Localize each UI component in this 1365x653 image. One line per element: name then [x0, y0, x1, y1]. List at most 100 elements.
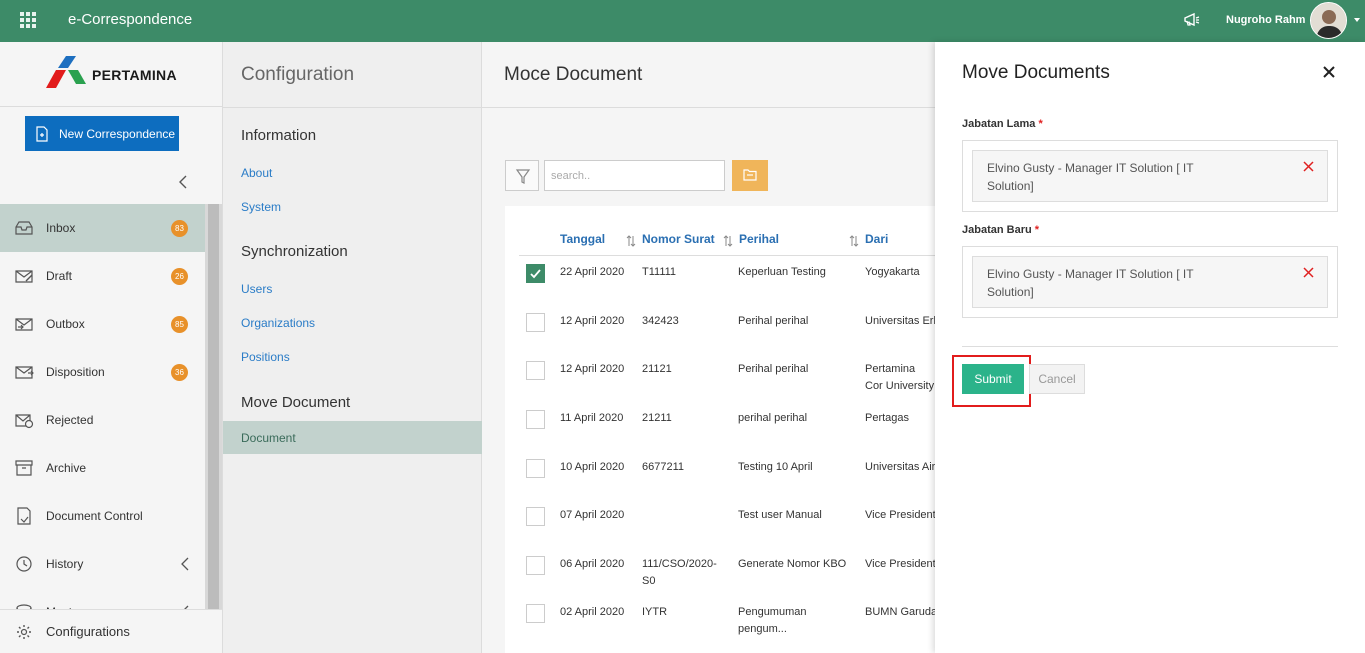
configurations-label: Configurations — [46, 624, 130, 639]
cell-perihal: Testing 10 April — [738, 461, 813, 473]
cell-tanggal: 11 April 2020 — [560, 412, 624, 424]
announcement-icon[interactable] — [1183, 12, 1201, 28]
sidebar-item-archive[interactable]: Archive — [0, 444, 205, 492]
required-mark: * — [1034, 224, 1040, 236]
row-checkbox[interactable] — [526, 410, 545, 429]
cell-dari: Universitas Air — [865, 461, 935, 473]
cell-dari: BUMN Garuda — [865, 606, 935, 618]
filter-button[interactable] — [505, 160, 539, 191]
remove-icon[interactable] — [1303, 267, 1314, 278]
table-row[interactable]: 12 April 2020 342423 Perihal perihal Uni… — [505, 304, 935, 352]
logo: PERTAMINA — [0, 42, 222, 107]
row-checkbox[interactable] — [526, 361, 545, 380]
folder-button[interactable] — [732, 160, 768, 191]
collapse-sidebar-icon[interactable] — [176, 174, 190, 190]
sidebar-item-history[interactable]: History — [0, 540, 205, 588]
new-position-chip: Elvino Gusty - Manager IT Solution [ IT … — [972, 256, 1328, 308]
avatar[interactable] — [1310, 2, 1347, 39]
cell-nomor: 21121 — [642, 363, 672, 375]
cell-nomor: 21211 — [642, 412, 672, 424]
config-link-document[interactable]: Document — [223, 421, 483, 454]
old-position-select[interactable]: Elvino Gusty - Manager IT Solution [ IT … — [962, 140, 1338, 212]
sidebar-item-outbox[interactable]: Outbox 85 — [0, 300, 205, 348]
sidebar-item-rejected[interactable]: Rejected — [0, 396, 205, 444]
table-row[interactable]: 10 April 2020 6677211 Testing 10 April U… — [505, 450, 935, 498]
column-header-dari[interactable]: Dari — [865, 232, 888, 246]
disposition-count-badge: 36 — [171, 364, 188, 381]
cell-nomor: T11111 — [642, 266, 677, 278]
table-row[interactable]: 11 April 2020 21211 perihal perihal Pert… — [505, 401, 935, 449]
row-checkbox[interactable] — [526, 313, 545, 332]
sidebar-item-label: Disposition — [46, 365, 105, 379]
table-row[interactable]: 02 April 2020 IYTR Pengumuman pengum... … — [505, 595, 935, 643]
cancel-button[interactable]: Cancel — [1029, 364, 1085, 394]
folder-icon — [743, 169, 757, 181]
table-row[interactable]: 22 April 2020 T11111 Keperluan Testing Y… — [505, 256, 935, 304]
sort-icon[interactable] — [626, 235, 636, 247]
sort-icon[interactable] — [849, 235, 859, 247]
new-position-label: Jabatan Baru * — [962, 224, 1039, 236]
disposition-icon — [15, 366, 34, 379]
search-input[interactable] — [544, 160, 725, 191]
config-link-system[interactable]: System — [241, 200, 281, 214]
required-mark: * — [1038, 118, 1043, 130]
row-checkbox[interactable] — [526, 604, 545, 623]
config-link-positions[interactable]: Positions — [241, 350, 290, 364]
table-row[interactable]: 07 April 2020 Test user Manual Vice Pres… — [505, 498, 935, 546]
submit-button[interactable]: Submit — [962, 364, 1024, 394]
cell-tanggal: 22 April 2020 — [560, 266, 625, 278]
old-position-chip: Elvino Gusty - Manager IT Solution [ IT … — [972, 150, 1328, 202]
cell-dari: Pertagas — [865, 412, 910, 424]
history-expand-chevron-icon[interactable] — [180, 557, 190, 571]
outbox-count-badge: 85 — [171, 316, 188, 333]
divider — [482, 107, 935, 108]
remove-icon[interactable] — [1303, 161, 1314, 172]
draft-count-badge: 26 — [171, 268, 188, 285]
sidebar-item-inbox[interactable]: Inbox 83 — [0, 204, 205, 252]
section-synchronization-heading: Synchronization — [241, 243, 348, 260]
cell-tanggal: 02 April 2020 — [560, 606, 625, 618]
cell-tanggal: 12 April 2020 — [560, 315, 625, 327]
sidebar-item-draft[interactable]: Draft 26 — [0, 252, 205, 300]
user-menu-caret-icon[interactable] — [1354, 18, 1360, 22]
row-checkbox[interactable] — [526, 264, 545, 283]
sort-icon[interactable] — [723, 235, 733, 247]
divider — [962, 346, 1338, 347]
sidebar-item-document-control[interactable]: Document Control — [0, 492, 205, 540]
new-document-icon — [36, 125, 48, 142]
cell-perihal: Pengumuman pengum... — [738, 606, 807, 635]
app-grid-icon[interactable] — [20, 12, 36, 28]
cell-tanggal: 07 April 2020 — [560, 509, 625, 521]
draft-icon — [15, 270, 33, 283]
top-bar: e-Correspondence Nugroho Rahm — [0, 0, 1365, 42]
column-header-tanggal[interactable]: Tanggal — [560, 232, 605, 246]
user-name[interactable]: Nugroho Rahm — [1226, 14, 1305, 26]
row-checkbox[interactable] — [526, 556, 545, 575]
cell-nomor: 342423 — [642, 315, 679, 327]
section-move-document-heading: Move Document — [241, 394, 351, 411]
column-header-perihal[interactable]: Perihal — [739, 232, 779, 246]
config-link-organizations[interactable]: Organizations — [241, 316, 315, 330]
outbox-icon — [15, 318, 33, 331]
close-icon[interactable] — [1323, 66, 1335, 78]
table-row[interactable]: 06 April 2020 111/CSO/2020-S0 Generate N… — [505, 547, 935, 595]
check-icon — [530, 269, 541, 279]
column-header-nomor-surat[interactable]: Nomor Surat — [642, 232, 715, 246]
sidebar-item-disposition[interactable]: Disposition 36 — [0, 348, 205, 396]
sidebar-item-configurations[interactable]: Configurations — [0, 609, 222, 653]
new-correspondence-button[interactable]: New Correspondence — [25, 116, 179, 151]
table-row[interactable]: 12 April 2020 21121 Perihal perihal Pert… — [505, 352, 935, 400]
cell-perihal: Perihal perihal — [738, 315, 809, 327]
config-link-users[interactable]: Users — [241, 282, 272, 296]
inbox-count-badge: 83 — [171, 220, 188, 237]
old-position-label: Jabatan Lama * — [962, 118, 1043, 130]
cell-perihal: Keperluan Testing — [738, 266, 826, 278]
new-position-select[interactable]: Elvino Gusty - Manager IT Solution [ IT … — [962, 246, 1338, 318]
main-content: Moce Document Tanggal Nomor Surat Periha… — [482, 42, 935, 653]
sidebar-item-label: Inbox — [46, 221, 76, 235]
row-checkbox[interactable] — [526, 507, 545, 526]
cell-nomor: 6677211 — [642, 461, 685, 473]
sidebar-scrollbar[interactable] — [205, 204, 222, 653]
config-link-about[interactable]: About — [241, 166, 272, 180]
row-checkbox[interactable] — [526, 459, 545, 478]
